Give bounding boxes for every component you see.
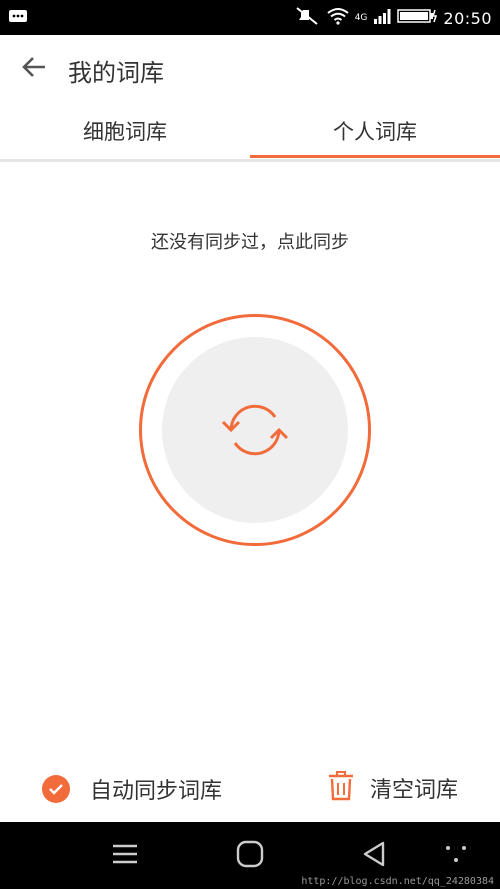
back-arrow-icon (21, 56, 47, 82)
network-type-label: 4G (354, 13, 368, 23)
auto-sync-toggle[interactable]: 自动同步词库 (42, 773, 222, 805)
tab-indicator (250, 155, 500, 158)
back-nav-button[interactable] (356, 840, 392, 872)
tab-bar: 细胞词库 个人词库 (0, 103, 500, 162)
back-nav-icon (361, 840, 387, 872)
signal-icon (373, 8, 391, 28)
menu-icon (111, 843, 139, 869)
back-button[interactable] (14, 49, 54, 89)
tab-personal-dictionary[interactable]: 个人词库 (250, 103, 500, 159)
page-title: 我的词库 (68, 59, 164, 87)
message-icon (8, 9, 28, 29)
sync-button-inner (162, 337, 348, 523)
mute-icon (295, 6, 321, 30)
sync-hint-text: 还没有同步过，点此同步 (151, 232, 349, 253)
home-button[interactable] (232, 840, 268, 872)
battery-icon (397, 8, 438, 28)
navigation-bar: http://blog.csdn.net/qq_24280384 (0, 822, 500, 889)
wifi-icon (327, 7, 349, 29)
check-icon (42, 775, 70, 803)
dots-icon (444, 844, 468, 868)
footer-actions: 自动同步词库 清空词库 (0, 755, 500, 822)
more-button[interactable] (438, 840, 474, 872)
menu-button[interactable] (107, 840, 143, 872)
tab-cell-dictionary[interactable]: 细胞词库 (0, 103, 250, 159)
clear-dictionary-button[interactable]: 清空词库 (328, 771, 458, 805)
auto-sync-label: 自动同步词库 (90, 779, 223, 804)
sync-icon (215, 390, 295, 474)
trash-icon (328, 771, 354, 805)
app-bar: 我的词库 (0, 35, 500, 103)
sync-button[interactable] (139, 314, 371, 546)
status-clock: 20:50 (443, 8, 492, 28)
status-bar: 4G 20:50 (0, 0, 500, 35)
home-icon (235, 839, 265, 873)
watermark: http://blog.csdn.net/qq_24280384 (301, 876, 494, 887)
clear-dictionary-label: 清空词库 (370, 778, 459, 803)
